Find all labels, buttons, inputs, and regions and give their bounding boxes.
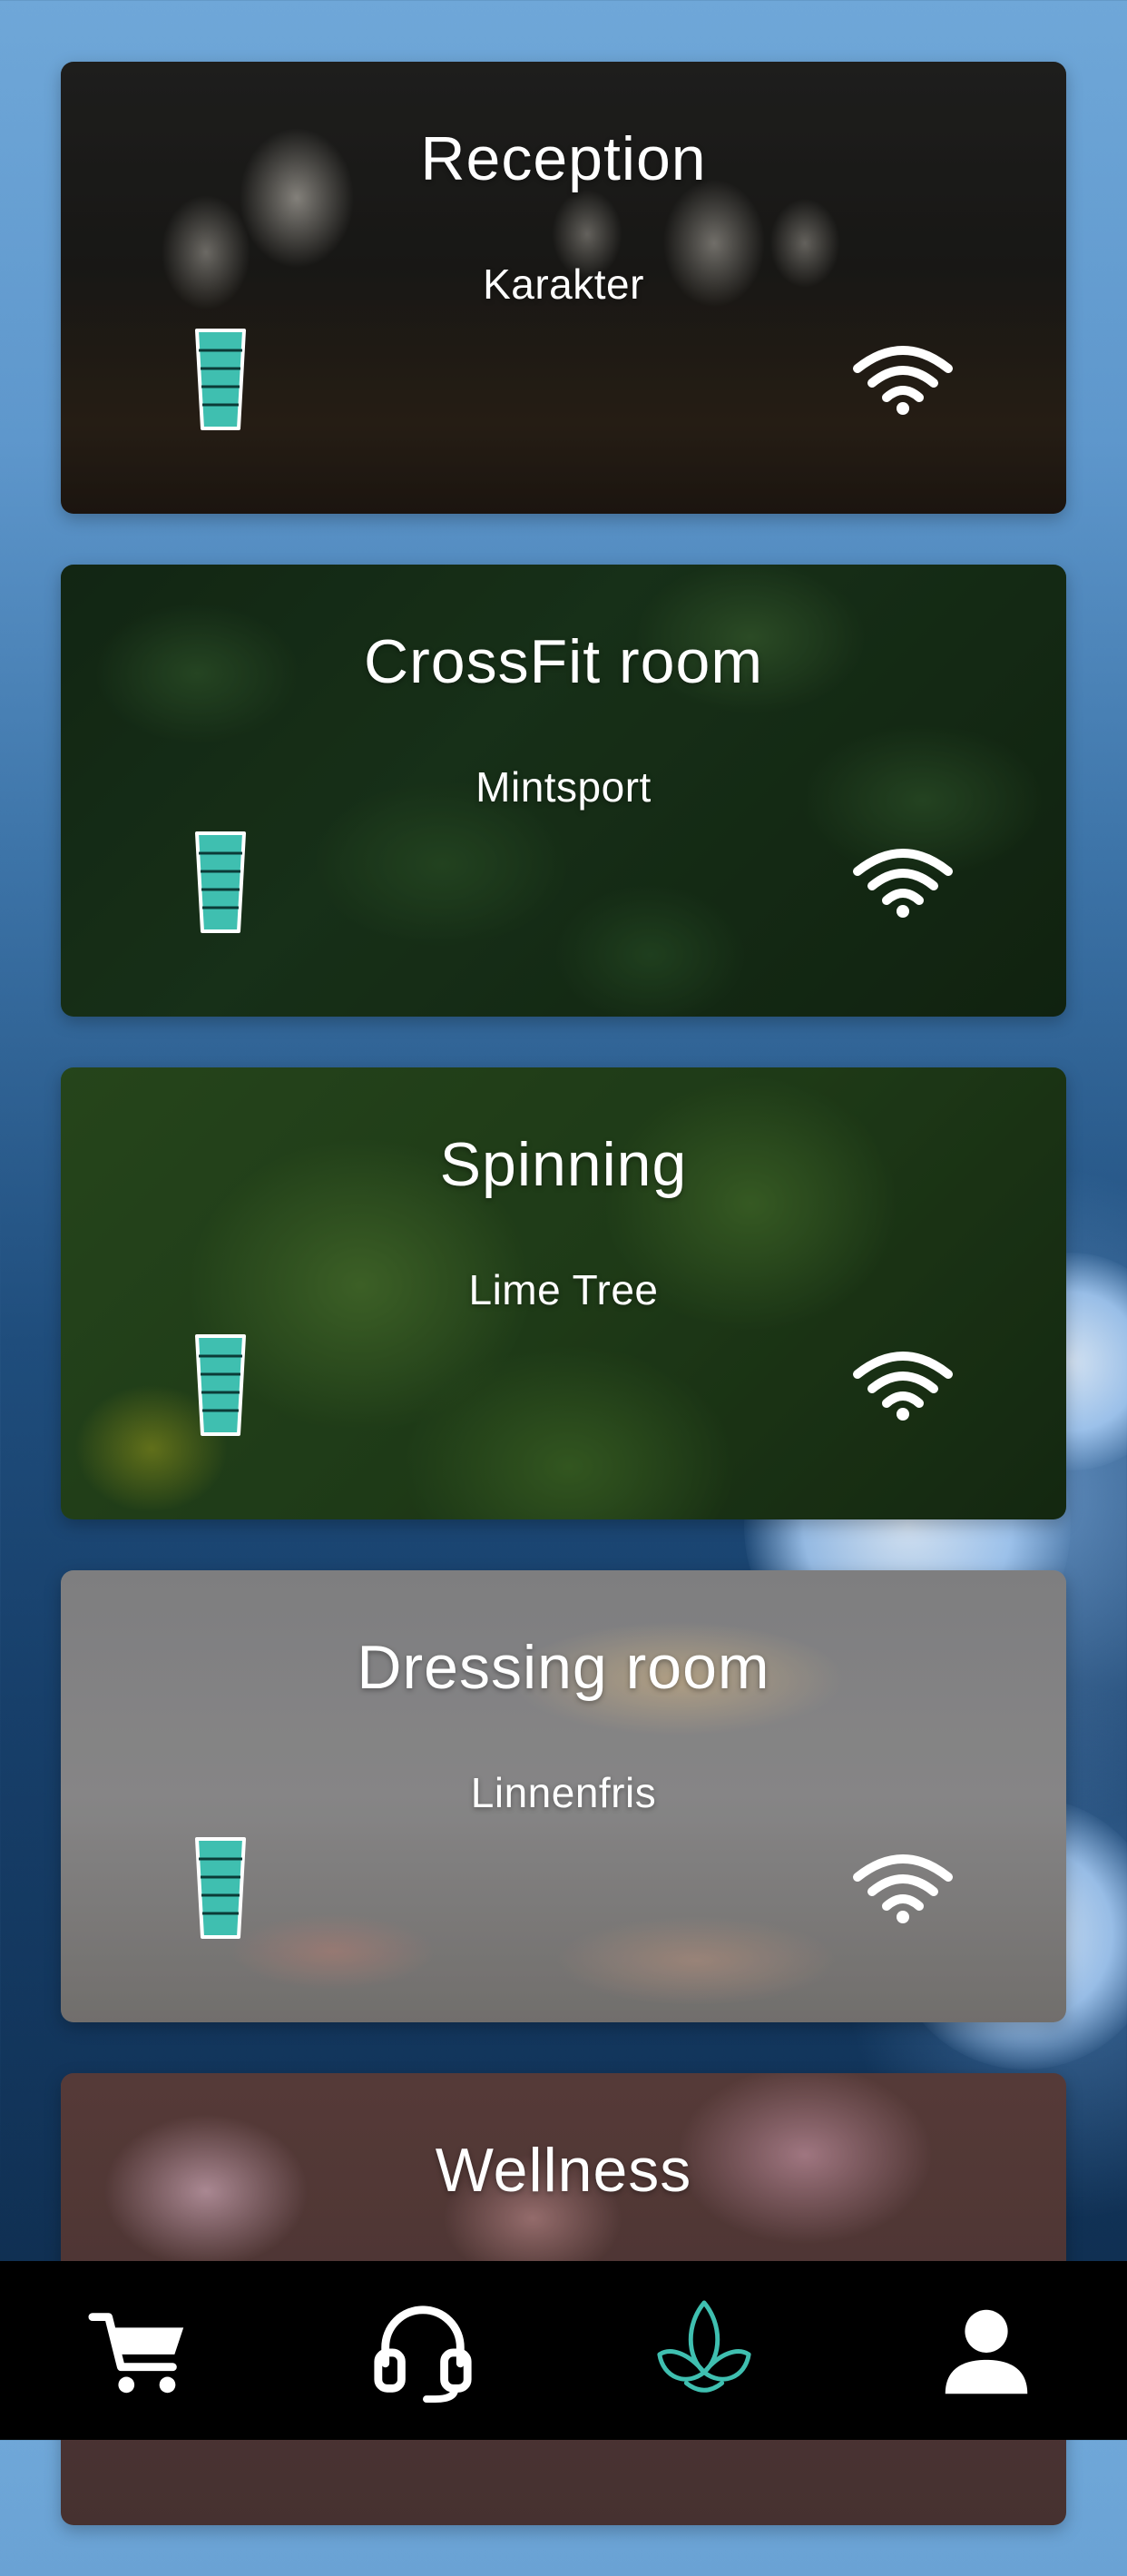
room-card-crossfit[interactable]: CrossFit room Mintsport (61, 565, 1066, 1017)
lotus-icon (657, 2299, 751, 2393)
bottom-nav (0, 2261, 1127, 2440)
room-title: CrossFit room (364, 627, 763, 696)
fill-level-icon (195, 1334, 246, 1436)
nav-support-button[interactable] (359, 2287, 486, 2414)
wifi-icon (853, 1352, 953, 1421)
wifi-icon (853, 1854, 953, 1923)
fill-level-icon (195, 831, 246, 933)
wifi-icon (853, 849, 953, 918)
fill-level-icon (195, 1837, 246, 1939)
room-title: Reception (420, 124, 707, 193)
nav-home-button[interactable] (641, 2287, 768, 2414)
room-title: Dressing room (357, 1633, 770, 1702)
headset-icon (374, 2305, 472, 2403)
room-card-spinning[interactable]: Spinning Lime Tree (61, 1067, 1066, 1519)
room-title: Wellness (435, 2136, 692, 2205)
room-card-dressing-room[interactable]: Dressing room Linnenfris (61, 1570, 1066, 2022)
room-scent-name: Karakter (483, 261, 644, 308)
person-icon (945, 2309, 1027, 2394)
nav-cart-button[interactable] (77, 2287, 204, 2414)
room-scent-name: Linnenfris (470, 1769, 657, 1816)
wifi-icon (853, 346, 953, 415)
cart-icon (88, 2312, 184, 2393)
nav-profile-button[interactable] (923, 2287, 1050, 2414)
room-card-reception[interactable]: Reception Karakter (61, 62, 1066, 514)
room-list: Reception Karakter CrossFit room Mintspo… (61, 62, 1066, 2576)
fill-level-icon (195, 329, 246, 430)
room-scent-name: Lime Tree (468, 1266, 659, 1313)
room-scent-name: Mintsport (475, 763, 652, 811)
room-title: Spinning (439, 1130, 688, 1199)
